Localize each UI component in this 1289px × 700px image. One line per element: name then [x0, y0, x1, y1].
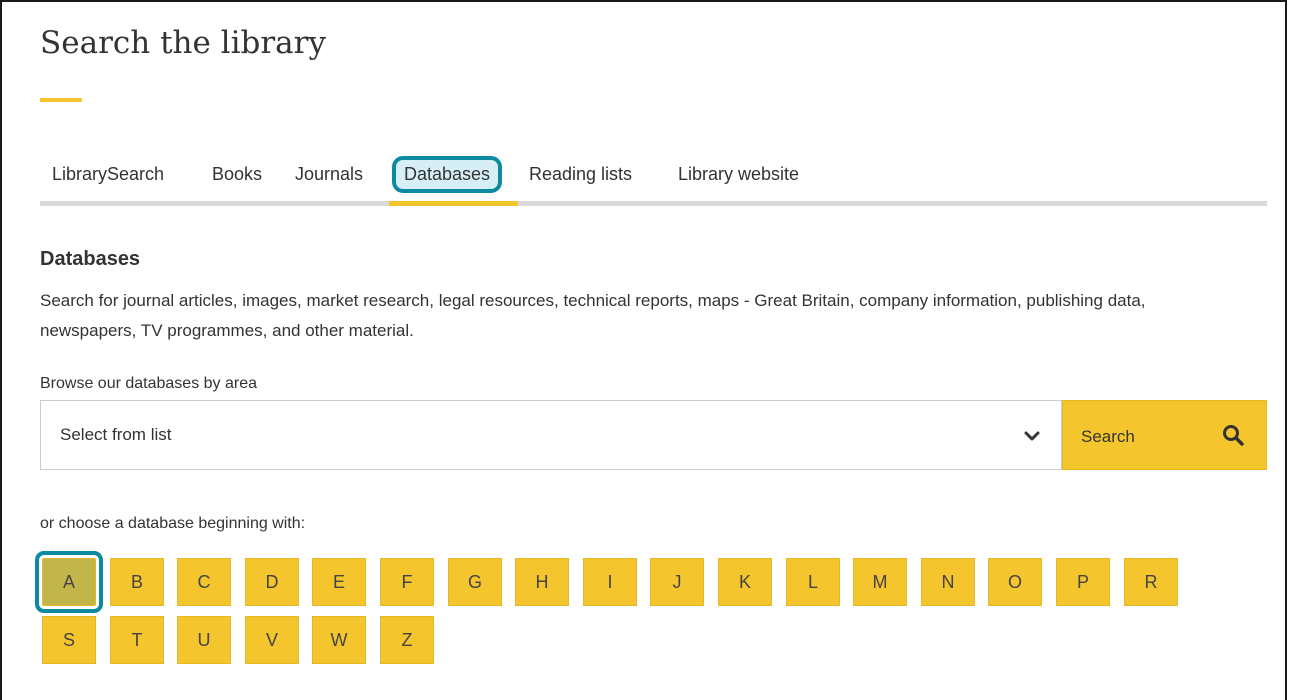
letter-button-w[interactable]: W	[312, 616, 366, 664]
area-select-value: Select from list	[60, 425, 172, 444]
letter-button-b[interactable]: B	[110, 558, 164, 606]
letter-button-h[interactable]: H	[515, 558, 569, 606]
tab-label: Books	[212, 164, 263, 184]
letter-button-p[interactable]: P	[1056, 558, 1110, 606]
tab-label: Databases	[392, 156, 503, 193]
letter-button-u[interactable]: U	[177, 616, 231, 664]
title-accent-bar	[40, 98, 82, 102]
browse-by-area-label: Browse our databases by area	[40, 375, 258, 392]
letter-button-j[interactable]: J	[650, 558, 704, 606]
databases-heading: Databases	[40, 248, 141, 270]
area-select[interactable]: Select from list	[40, 400, 1062, 470]
letters-label: or choose a database beginning with:	[40, 515, 306, 532]
letter-button-c[interactable]: C	[177, 558, 231, 606]
tab-reading-lists[interactable]: Reading lists	[529, 148, 632, 201]
letter-button-g[interactable]: G	[448, 558, 502, 606]
tab-label: LibrarySearch	[52, 164, 165, 184]
tab-library-website[interactable]: Library website	[678, 148, 799, 201]
tab-label: Journals	[295, 164, 364, 184]
letter-button-o[interactable]: O	[988, 558, 1042, 606]
tab-journals[interactable]: Journals	[295, 148, 363, 201]
databases-description: Search for journal articles, images, mar…	[40, 291, 1146, 340]
letter-button-a[interactable]: A	[35, 551, 103, 613]
tab-label: Library website	[678, 164, 800, 184]
chevron-down-icon	[1024, 431, 1040, 441]
letter-button-t[interactable]: T	[110, 616, 164, 664]
letter-button-z[interactable]: Z	[380, 616, 434, 664]
letter-button-m[interactable]: M	[853, 558, 907, 606]
page-title: Search the library	[40, 25, 326, 61]
tab-librarysearch[interactable]: LibrarySearch	[52, 148, 164, 201]
letter-button-e[interactable]: E	[312, 558, 366, 606]
tabs-divider	[40, 201, 1267, 206]
letter-button-l[interactable]: L	[786, 558, 840, 606]
tab-label: Reading lists	[529, 164, 633, 184]
letter-button-d[interactable]: D	[245, 558, 299, 606]
search-icon	[1223, 425, 1244, 446]
letter-button-s[interactable]: S	[42, 616, 96, 664]
letter-button-i[interactable]: I	[583, 558, 637, 606]
letter-button-r[interactable]: R	[1124, 558, 1178, 606]
letter-button-k[interactable]: K	[718, 558, 772, 606]
letter-button-n[interactable]: N	[921, 558, 975, 606]
search-tabs: LibrarySearch Books Journals Databases R…	[40, 148, 1267, 206]
tab-books[interactable]: Books	[212, 148, 262, 201]
search-button-label: Search	[1081, 427, 1135, 446]
active-tab-indicator	[389, 201, 518, 206]
letter-button-f[interactable]: F	[380, 558, 434, 606]
search-button[interactable]: Search	[1062, 400, 1267, 470]
tab-databases[interactable]: Databases	[392, 148, 503, 201]
letter-button-v[interactable]: V	[245, 616, 299, 664]
